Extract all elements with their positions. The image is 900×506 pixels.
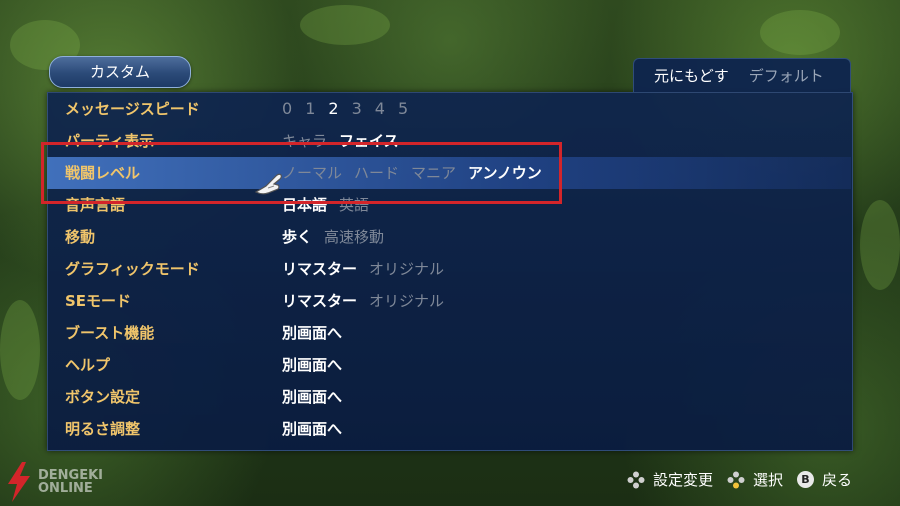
setting-row-boost[interactable]: ブースト機能 別画面へ (47, 317, 851, 349)
top-buttons: 元にもどす デフォルト (633, 58, 851, 92)
option-other-screen[interactable]: 別画面へ (282, 317, 342, 349)
foliage (860, 200, 900, 290)
foliage (300, 5, 390, 45)
option-walk[interactable]: 歩く (282, 221, 312, 253)
option-other-screen[interactable]: 別画面へ (282, 381, 342, 413)
option-other-screen[interactable]: 別画面へ (282, 413, 342, 445)
setting-label: SEモード (65, 292, 132, 310)
brightness-options: 別画面へ (282, 413, 342, 445)
pointer-hand-icon (254, 173, 282, 195)
option-speed-4[interactable]: 4 (375, 93, 386, 125)
hint-select: 選択 (752, 471, 783, 489)
footer-hints: 設定変更 選択 B 戻る (627, 469, 852, 490)
help-options: 別画面へ (282, 349, 342, 381)
setting-row-help[interactable]: ヘルプ 別画面へ (47, 349, 851, 381)
hint-back: 戻る (821, 471, 852, 489)
option-speed-0[interactable]: 0 (282, 93, 293, 125)
setting-row-se-mode[interactable]: SEモード リマスター オリジナル (47, 285, 851, 317)
watermark-line2: ONLINE (38, 481, 93, 496)
watermark: DENGEKI ONLINE (4, 462, 103, 502)
se-mode-options: リマスター オリジナル (282, 285, 444, 317)
option-speed-5[interactable]: 5 (398, 93, 409, 125)
setting-row-message-speed[interactable]: メッセージスピード 0 1 2 3 4 5 (47, 93, 851, 125)
option-other-screen[interactable]: 別画面へ (282, 349, 342, 381)
menu-title-tab: カスタム (49, 56, 191, 88)
reset-button[interactable]: 元にもどす (654, 65, 729, 86)
option-speed-1[interactable]: 1 (305, 93, 316, 125)
option-original[interactable]: オリジナル (369, 285, 444, 317)
option-remaster[interactable]: リマスター (282, 285, 357, 317)
button-config-options: 別画面へ (282, 381, 342, 413)
movement-options: 歩く 高速移動 (282, 221, 384, 253)
option-original[interactable]: オリジナル (369, 253, 444, 285)
setting-label: ヘルプ (65, 356, 111, 374)
highlight-box (41, 142, 562, 204)
setting-row-button-config[interactable]: ボタン設定 別画面へ (47, 381, 851, 413)
default-button[interactable]: デフォルト (749, 65, 824, 86)
graphic-mode-options: リマスター オリジナル (282, 253, 444, 285)
face-buttons-icon (727, 471, 745, 488)
b-button-icon: B (796, 471, 814, 488)
setting-row-brightness[interactable]: 明るさ調整 別画面へ (47, 413, 851, 445)
setting-label: 明るさ調整 (65, 420, 141, 438)
setting-label: 移動 (65, 228, 96, 246)
lightning-logo-icon (8, 462, 30, 502)
option-fast-move[interactable]: 高速移動 (324, 221, 384, 253)
setting-label: グラフィックモード (65, 260, 200, 278)
dpad-buttons-icon (627, 471, 645, 488)
foliage (760, 10, 840, 55)
option-speed-3[interactable]: 3 (352, 93, 363, 125)
boost-options: 別画面へ (282, 317, 342, 349)
option-speed-2[interactable]: 2 (328, 93, 339, 125)
foliage (0, 300, 40, 400)
speed-options: 0 1 2 3 4 5 (282, 93, 409, 125)
hint-change: 設定変更 (652, 471, 713, 489)
setting-row-movement[interactable]: 移動 歩く 高速移動 (47, 221, 851, 253)
setting-label: ブースト機能 (65, 324, 155, 342)
setting-label: ボタン設定 (65, 388, 141, 406)
option-remaster[interactable]: リマスター (282, 253, 357, 285)
setting-row-graphic-mode[interactable]: グラフィックモード リマスター オリジナル (47, 253, 851, 285)
setting-label: メッセージスピード (65, 100, 200, 118)
